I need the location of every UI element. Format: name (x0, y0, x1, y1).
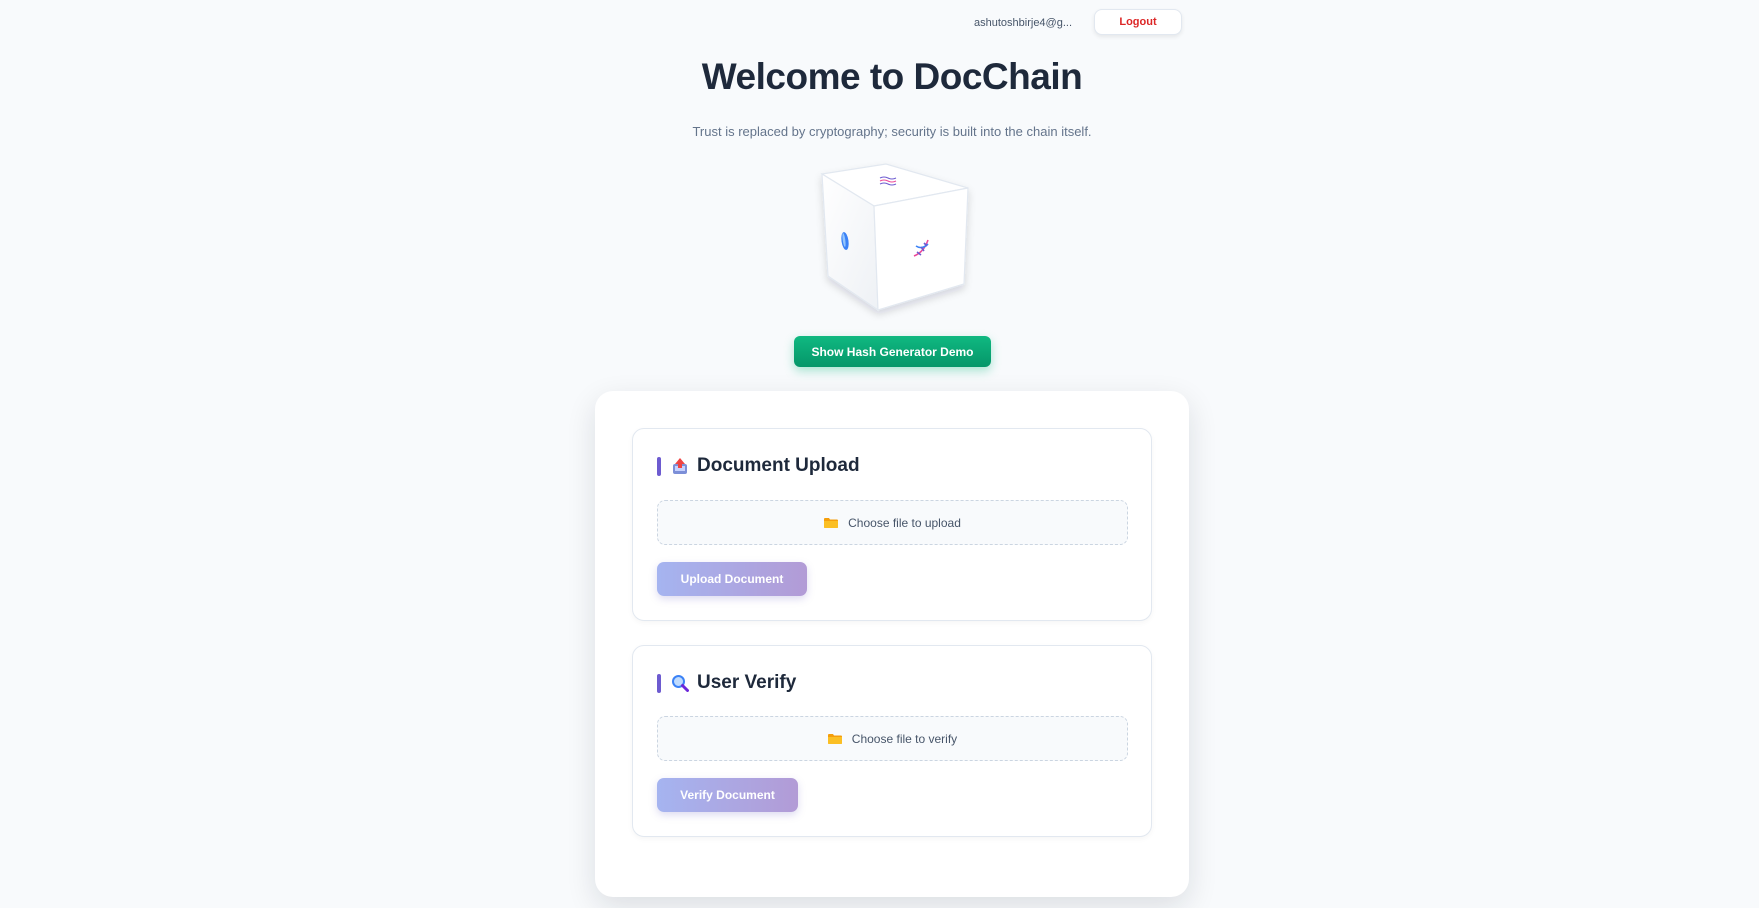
main-card: Document Upload Choose file to upload Up… (595, 391, 1189, 897)
accent-bar (657, 456, 661, 476)
verify-document-button[interactable]: Verify Document (657, 778, 798, 812)
section-header: Document Upload (657, 455, 860, 477)
section-title: User Verify (697, 672, 797, 693)
user-email: ashutoshbirje4@g... (974, 17, 1073, 29)
user-verify-section: User Verify Choose file to verify Verify… (632, 645, 1152, 837)
logout-button[interactable]: Logout (1094, 9, 1182, 35)
hero-cube (818, 160, 972, 314)
page-title: Welcome to DocChain (701, 56, 1083, 97)
magnifier-icon (672, 675, 689, 692)
tagline: Trust is replaced by cryptography; secur… (692, 124, 1092, 139)
upload-document-button[interactable]: Upload Document (657, 562, 807, 596)
file-input-label: Choose file to verify (851, 731, 958, 746)
verify-file-input[interactable]: Choose file to verify (657, 716, 1128, 761)
section-header: User Verify (657, 672, 796, 694)
section-title: Document Upload (697, 455, 860, 476)
folder-icon (824, 518, 839, 528)
accent-bar (657, 673, 661, 693)
file-input-label: Choose file to upload (848, 515, 961, 530)
upload-file-input[interactable]: Choose file to upload (657, 500, 1128, 545)
upload-tray-icon (673, 458, 687, 474)
hash-generator-demo-button[interactable]: Show Hash Generator Demo (794, 336, 991, 367)
folder-icon (827, 734, 842, 744)
document-upload-section: Document Upload Choose file to upload Up… (632, 428, 1152, 621)
